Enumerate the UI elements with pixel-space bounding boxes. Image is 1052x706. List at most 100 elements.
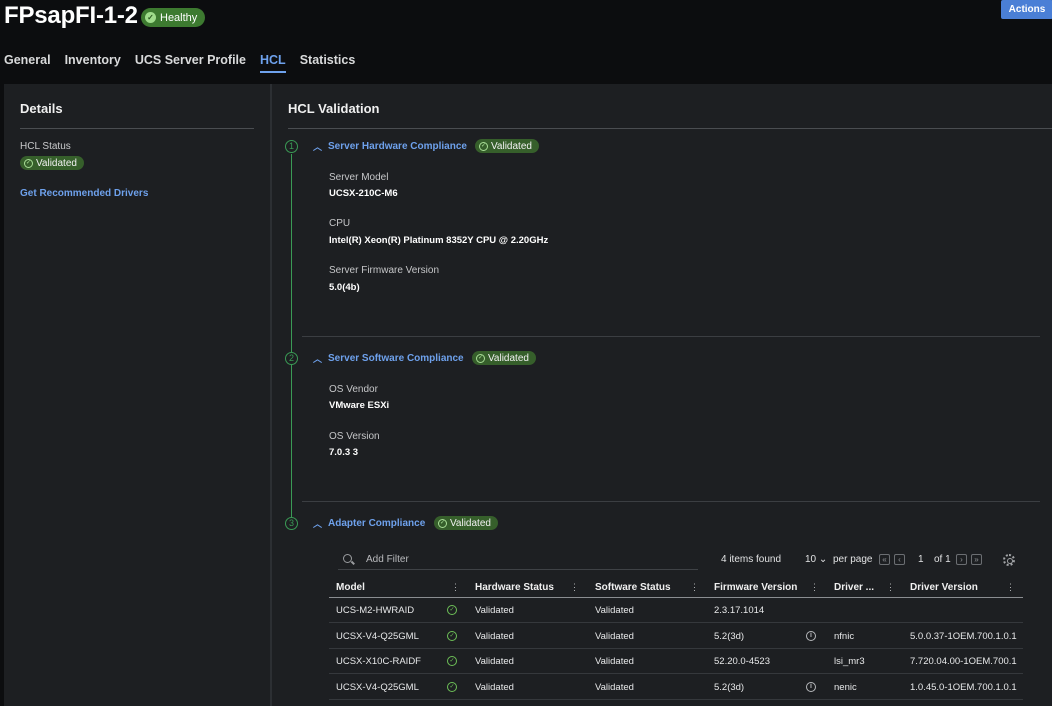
cell-hardware-status: Validated	[475, 605, 514, 616]
badge-label: Validated	[491, 140, 532, 152]
hardware-status-badge: ✓ Validated	[475, 139, 539, 153]
cell-firmware-version: 2.3.17.1014	[714, 605, 765, 616]
page-size-value: 10	[805, 554, 817, 565]
last-page-icon[interactable]: »	[971, 554, 982, 565]
column-firmware-version[interactable]: Firmware Version	[714, 582, 797, 593]
sort-icon[interactable]: ⋮	[451, 582, 460, 593]
hcl-status-badge: ✓ Validated	[20, 156, 84, 170]
prev-page-icon[interactable]: ‹	[894, 554, 905, 565]
table-row[interactable]: UCSX-X10C-RAIDF ✓ Validated Validated 52…	[329, 649, 1023, 674]
sort-icon[interactable]: ⋮	[886, 582, 895, 593]
per-page-label: per page	[833, 554, 873, 565]
column-driver[interactable]: Driver ...	[834, 582, 874, 593]
server-model-label: Server Model	[329, 172, 389, 183]
get-recommended-drivers-link[interactable]: Get Recommended Drivers	[20, 188, 148, 199]
hcl-divider	[288, 128, 1052, 129]
step-3-marker: 3	[285, 517, 298, 530]
tab-inventory[interactable]: Inventory	[65, 53, 121, 73]
cpu-label: CPU	[329, 218, 351, 229]
search-icon	[343, 554, 352, 563]
check-circle-icon: ✓	[479, 141, 488, 151]
server-software-compliance-header[interactable]: ︿ Server Software Compliance	[313, 352, 464, 365]
cell-software-status: Validated	[595, 631, 634, 642]
details-title: Details	[20, 101, 63, 116]
table-row[interactable]: UCS-M2-HWRAID ✓ Validated Validated 2.3.…	[329, 598, 1023, 623]
table-row[interactable]: UCSX-V4-Q25GML ✓ Validated Validated 5.2…	[329, 675, 1023, 700]
section-divider	[302, 336, 1040, 337]
tab-statistics[interactable]: Statistics	[300, 53, 356, 73]
server-model-value: UCSX-210C-M6	[329, 188, 398, 199]
tab-bar: General Inventory UCS Server Profile HCL…	[4, 53, 355, 73]
hcl-status-label: HCL Status	[20, 141, 71, 152]
gear-icon[interactable]	[1003, 554, 1015, 566]
check-circle-icon: ✓	[438, 518, 447, 528]
chevron-up-icon: ︿	[313, 519, 323, 529]
sort-icon[interactable]: ⋮	[570, 582, 579, 593]
first-page-icon[interactable]: «	[879, 554, 890, 565]
table-header: Model ⋮ Hardware Status ⋮ Software Statu…	[329, 577, 1023, 598]
check-icon: ✓	[145, 12, 156, 23]
page-title: FPsapFI-1-2	[4, 2, 138, 29]
tab-hcl[interactable]: HCL	[260, 53, 286, 73]
cell-driver: lsi_mr3	[834, 656, 865, 667]
details-panel: Details HCL Status ✓ Validated Get Recom…	[4, 84, 271, 706]
page-number-input[interactable]: 1	[918, 554, 924, 565]
items-found: 4 items found	[721, 554, 782, 565]
page-size-select[interactable]: 10 ⌄	[805, 554, 827, 565]
column-driver-version[interactable]: Driver Version	[910, 582, 978, 593]
cell-hardware-status: Validated	[475, 631, 514, 642]
actions-button[interactable]: Actions	[1001, 0, 1052, 19]
os-version-value: 7.0.3 3	[329, 447, 359, 458]
column-software-status[interactable]: Software Status	[595, 582, 671, 593]
os-vendor-label: OS Vendor	[329, 384, 378, 395]
server-hardware-compliance-header[interactable]: ︿ Server Hardware Compliance	[313, 140, 467, 153]
tab-ucs-server-profile[interactable]: UCS Server Profile	[135, 53, 246, 73]
step-1-marker: 1	[285, 140, 298, 153]
cell-firmware-version: 5.2(3d)	[714, 682, 745, 693]
chevron-down-icon: ⌄	[818, 554, 828, 565]
info-icon[interactable]: i	[806, 682, 816, 692]
adapter-compliance-header[interactable]: ︿ Adapter Compliance	[313, 517, 425, 530]
adapter-status-badge: ✓ Validated	[434, 516, 498, 530]
column-hardware-status[interactable]: Hardware Status	[475, 582, 554, 593]
filter-placeholder: Add Filter	[366, 554, 409, 565]
check-circle-icon: ✓	[476, 353, 485, 363]
cell-firmware-version: 5.2(3d)	[714, 631, 745, 642]
next-page-icon[interactable]: ›	[956, 554, 967, 565]
health-badge: ✓ Healthy	[141, 8, 206, 27]
section-title: Server Hardware Compliance	[328, 141, 467, 152]
cell-hardware-status: Validated	[475, 656, 514, 667]
sort-icon[interactable]: ⋮	[810, 582, 819, 593]
cell-driver: nfnic	[834, 631, 855, 642]
badge-label: Validated	[450, 517, 491, 529]
cell-software-status: Validated	[595, 656, 634, 667]
firmware-version-label: Server Firmware Version	[329, 265, 440, 276]
section-divider	[302, 501, 1040, 502]
cell-firmware-version: 52.20.0-4523	[714, 656, 770, 667]
check-circle-icon: ✓	[24, 158, 33, 168]
cell-driver-version: 5.0.0.37-1OEM.700.1.0.1	[910, 631, 1017, 642]
badge-label: Validated	[488, 352, 529, 364]
cpu-value: Intel(R) Xeon(R) Platinum 8352Y CPU @ 2.…	[329, 235, 549, 246]
page-header: FPsapFI-1-2 ✓ Healthy Actions General In…	[0, 0, 1052, 84]
cell-driver: nenic	[834, 682, 857, 693]
column-model[interactable]: Model	[336, 582, 365, 593]
filter-input[interactable]: Add Filter	[338, 550, 698, 570]
sort-icon[interactable]: ⋮	[690, 582, 699, 593]
hcl-validation-panel: HCL Validation 1 ︿ Server Hardware Compl…	[272, 84, 1052, 706]
tab-general[interactable]: General	[4, 53, 51, 73]
cell-driver-version: 1.0.45.0-1OEM.700.1.0.1	[910, 682, 1017, 693]
check-circle-icon: ✓	[447, 656, 457, 666]
check-circle-icon: ✓	[447, 605, 457, 615]
cell-software-status: Validated	[595, 682, 634, 693]
info-icon[interactable]: i	[806, 631, 816, 641]
sort-icon[interactable]: ⋮	[1006, 582, 1015, 593]
table-row[interactable]: UCSX-V4-Q25GML ✓ Validated Validated 5.2…	[329, 624, 1023, 649]
os-version-label: OS Version	[329, 431, 380, 442]
section-title: Server Software Compliance	[328, 353, 464, 364]
software-status-badge: ✓ Validated	[472, 351, 536, 365]
cell-software-status: Validated	[595, 605, 634, 616]
cell-model: UCSX-V4-Q25GML	[336, 682, 419, 693]
chevron-up-icon: ︿	[313, 142, 323, 152]
cell-model: UCSX-V4-Q25GML	[336, 631, 419, 642]
